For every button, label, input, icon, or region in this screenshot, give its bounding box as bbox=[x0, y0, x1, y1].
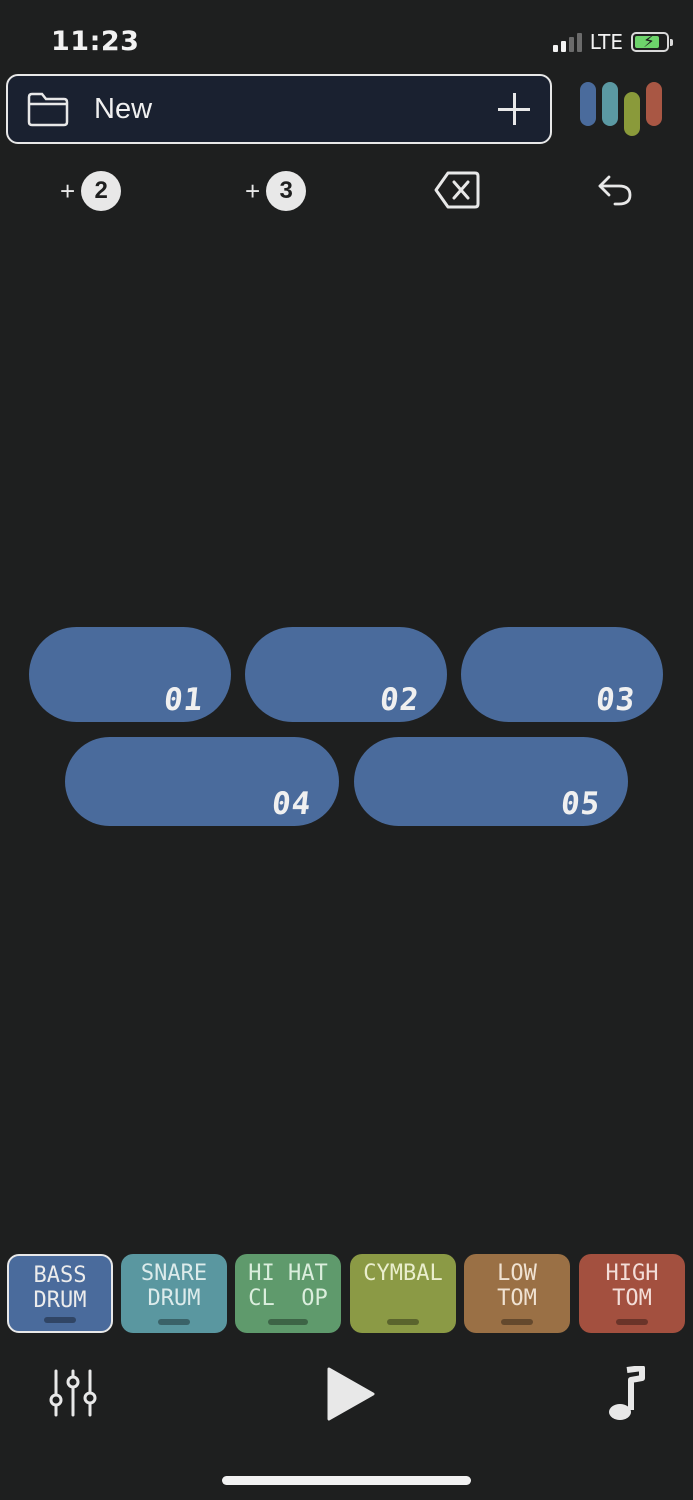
instrument-label: CYMBAL bbox=[363, 1261, 443, 1286]
pattern-label: 05 bbox=[558, 786, 602, 822]
pattern-pill[interactable]: 04 bbox=[65, 737, 339, 826]
instrument-indicator bbox=[501, 1319, 533, 1325]
music-note-icon[interactable] bbox=[607, 1366, 645, 1422]
instrument-label: DRUM bbox=[33, 1288, 87, 1313]
pattern-pill[interactable]: 01 bbox=[29, 627, 231, 722]
undo-icon[interactable] bbox=[597, 174, 633, 206]
instrument-bass-drum[interactable]: BASS DRUM bbox=[7, 1254, 113, 1333]
instrument-label: HI HAT bbox=[248, 1261, 328, 1286]
instrument-hi-hat[interactable]: HI HAT CL OP bbox=[235, 1254, 341, 1333]
instrument-indicator bbox=[387, 1319, 419, 1325]
pattern-pill[interactable]: 03 bbox=[461, 627, 663, 722]
instrument-label: BASS bbox=[33, 1263, 87, 1288]
instrument-indicator bbox=[616, 1319, 648, 1325]
logo-bar bbox=[580, 82, 596, 126]
network-label: LTE bbox=[589, 30, 623, 54]
instrument-label: DRUM bbox=[147, 1286, 201, 1311]
battery-icon: ⚡ bbox=[631, 32, 673, 52]
play-icon[interactable] bbox=[326, 1366, 376, 1422]
instrument-label: CL OP bbox=[248, 1286, 328, 1311]
pattern-label: 02 bbox=[377, 682, 421, 718]
logo-bar bbox=[602, 82, 618, 126]
add-two-pattern-button[interactable]: + 2 bbox=[60, 170, 122, 212]
instrument-cymbal[interactable]: CYMBAL bbox=[350, 1254, 456, 1333]
charging-bolt-icon: ⚡ bbox=[643, 32, 655, 51]
pattern-label: 03 bbox=[593, 682, 637, 718]
instrument-indicator bbox=[44, 1317, 76, 1323]
backspace-icon[interactable] bbox=[434, 170, 480, 210]
instrument-low-tom[interactable]: LOW TOM bbox=[464, 1254, 570, 1333]
project-name: New bbox=[94, 92, 153, 125]
add-project-button[interactable] bbox=[496, 91, 532, 127]
plus-icon: + bbox=[60, 175, 76, 206]
folder-icon[interactable] bbox=[26, 91, 70, 127]
instrument-label: SNARE bbox=[140, 1261, 208, 1286]
instrument-label: TOM bbox=[497, 1286, 537, 1311]
pattern-label: 01 bbox=[161, 682, 205, 718]
plus-icon: + bbox=[245, 175, 261, 206]
pattern-pill[interactable]: 02 bbox=[245, 627, 447, 722]
instrument-label: HIGH bbox=[605, 1261, 659, 1286]
signal-icon bbox=[552, 32, 582, 52]
instrument-indicator bbox=[158, 1319, 190, 1325]
pattern-label: 04 bbox=[269, 786, 313, 822]
pattern-pill[interactable]: 05 bbox=[354, 737, 628, 826]
instrument-label: LOW bbox=[497, 1261, 537, 1286]
status-time: 11:23 bbox=[51, 26, 140, 57]
home-indicator[interactable] bbox=[222, 1476, 471, 1485]
logo-bar bbox=[624, 92, 640, 136]
instrument-label: TOM bbox=[612, 1286, 652, 1311]
add-three-pattern-button[interactable]: + 3 bbox=[245, 170, 307, 212]
instrument-snare-drum[interactable]: SNARE DRUM bbox=[121, 1254, 227, 1333]
instrument-indicator bbox=[268, 1319, 308, 1325]
status-indicators: LTE ⚡ bbox=[552, 30, 673, 54]
count-badge: 2 bbox=[81, 171, 122, 211]
logo-bar bbox=[646, 82, 662, 126]
count-badge: 3 bbox=[266, 171, 307, 211]
app-logo[interactable] bbox=[580, 80, 664, 138]
instrument-high-tom[interactable]: HIGH TOM bbox=[579, 1254, 685, 1333]
mixer-icon[interactable] bbox=[48, 1368, 98, 1418]
project-bar[interactable]: New bbox=[6, 74, 552, 144]
